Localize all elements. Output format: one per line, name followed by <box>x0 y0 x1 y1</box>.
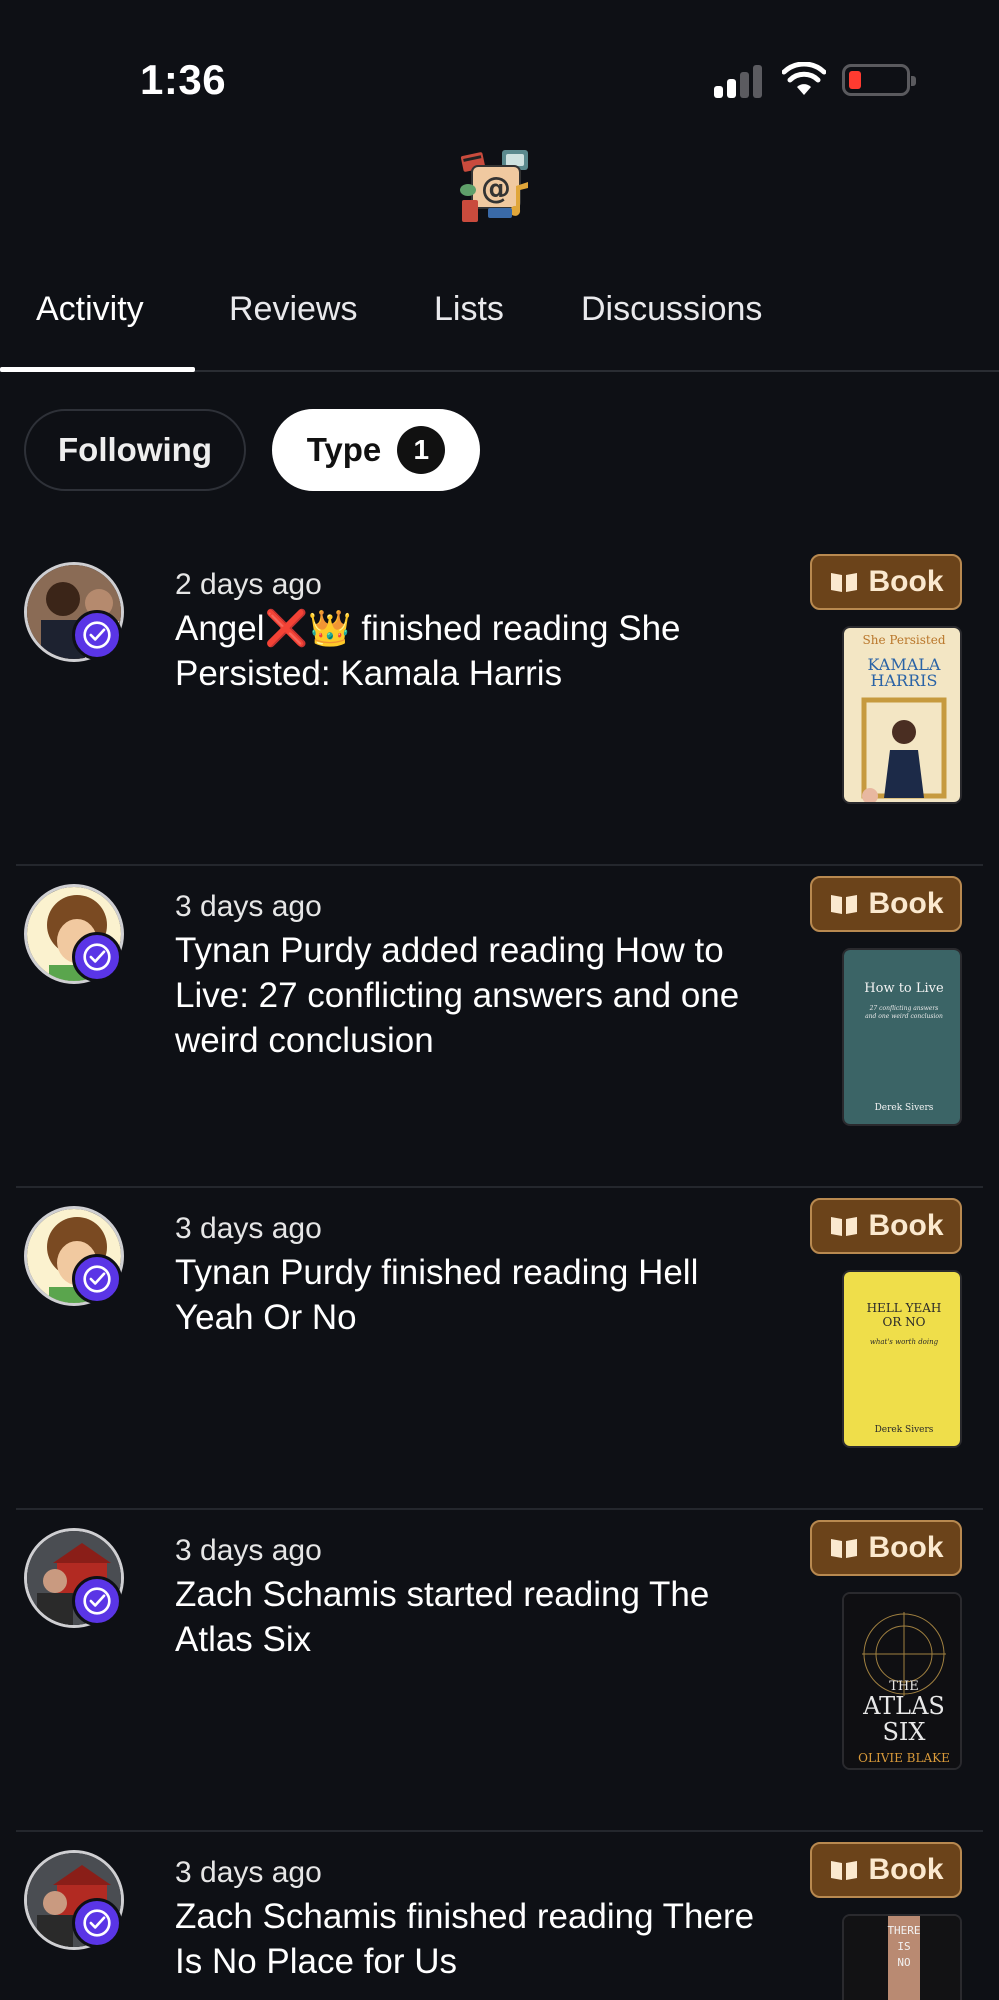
feed-item[interactable]: 3 days ago Tynan Purdy finished reading … <box>0 1188 999 1510</box>
book-cover-how-to-live[interactable]: How to Live 27 conflicting answers and o… <box>842 948 962 1126</box>
feed-item[interactable]: 3 days ago Zach Schamis finished reading… <box>0 1832 999 2000</box>
svg-text:HARRIS: HARRIS <box>871 671 938 690</box>
svg-text:IS: IS <box>897 1940 910 1953</box>
svg-text:She Persisted: She Persisted <box>863 633 946 647</box>
svg-text:Derek Sivers: Derek Sivers <box>875 1103 934 1113</box>
book-cover-she-persisted[interactable]: She Persisted KAMALA HARRIS <box>842 626 962 804</box>
tab-activity[interactable]: Activity <box>36 290 144 329</box>
status-bar: 1:36 <box>0 0 999 140</box>
verified-badge-icon <box>72 932 122 982</box>
book-type-label: Book <box>868 887 944 920</box>
svg-text:what's worth doing: what's worth doing <box>870 1338 939 1346</box>
book-type-label: Book <box>868 1209 944 1242</box>
open-book-icon <box>830 1217 857 1236</box>
verified-badge-icon <box>72 1898 122 1948</box>
verified-badge-icon <box>72 1576 122 1626</box>
book-cover-there-is-no-place[interactable]: THERE IS NO <box>842 1914 962 2000</box>
app-logo-icon: @ <box>460 150 528 222</box>
feed-item[interactable]: 3 days ago Tynan Purdy added reading How… <box>0 866 999 1188</box>
wifi-icon <box>782 62 826 95</box>
book-type-badge[interactable]: Book <box>810 1842 962 1898</box>
active-tab-indicator <box>0 367 195 372</box>
svg-text:HELL YEAH: HELL YEAH <box>867 1301 942 1315</box>
open-book-icon <box>830 573 857 592</box>
svg-text:Derek Sivers: Derek Sivers <box>875 1425 934 1435</box>
book-type-label: Book <box>868 565 944 598</box>
svg-text:THERE: THERE <box>887 1924 920 1937</box>
book-type-badge[interactable]: Book <box>810 876 962 932</box>
activity-text[interactable]: Tynan Purdy finished reading Hell Yeah O… <box>175 1250 775 1340</box>
feed-item[interactable]: 3 days ago Zach Schamis started reading … <box>0 1510 999 1832</box>
verified-badge-icon <box>72 1254 122 1304</box>
book-type-badge[interactable]: Book <box>810 554 962 610</box>
activity-text[interactable]: Zach Schamis started reading The Atlas S… <box>175 1572 775 1662</box>
battery-icon <box>842 64 916 96</box>
type-filter-label: Type <box>306 431 382 468</box>
activity-timestamp: 3 days ago <box>175 1856 322 1889</box>
following-filter-chip[interactable]: Following <box>24 409 246 491</box>
activity-text[interactable]: Angel❌👑 finished reading She Persisted: … <box>175 606 775 696</box>
tab-reviews[interactable]: Reviews <box>229 290 357 329</box>
book-cover-atlas-six[interactable]: THE ATLAS SIX OLIVIE BLAKE <box>842 1592 962 1770</box>
book-type-label: Book <box>868 1853 944 1886</box>
tab-lists[interactable]: Lists <box>434 290 504 329</box>
type-filter-count-badge: 1 <box>397 426 446 474</box>
tab-discussions[interactable]: Discussions <box>581 290 762 329</box>
svg-text:How to Live: How to Live <box>864 981 944 996</box>
book-cover-hell-yeah-or-no[interactable]: HELL YEAH OR NO what's worth doing Derek… <box>842 1270 962 1448</box>
activity-timestamp: 3 days ago <box>175 890 322 923</box>
svg-text:@: @ <box>481 171 511 206</box>
cellular-signal-icon <box>714 64 766 98</box>
type-filter-chip[interactable]: Type 1 <box>272 409 480 491</box>
feed-item[interactable]: 2 days ago Angel❌👑 finished reading She … <box>0 544 999 866</box>
verified-badge-icon <box>72 610 122 660</box>
open-book-icon <box>830 895 857 914</box>
activity-text[interactable]: Tynan Purdy added reading How to Live: 2… <box>175 928 775 1063</box>
open-book-icon <box>830 1861 857 1880</box>
activity-timestamp: 2 days ago <box>175 568 322 601</box>
book-type-badge[interactable]: Book <box>810 1520 962 1576</box>
svg-text:OR NO: OR NO <box>882 1315 925 1329</box>
activity-text[interactable]: Zach Schamis finished reading There Is N… <box>175 1894 775 1984</box>
book-type-label: Book <box>868 1531 944 1564</box>
app-screen: 1:36 @ Activity Reviews Lists Discussion… <box>0 0 999 2000</box>
svg-text:and one weird conclusion: and one weird conclusion <box>865 1013 943 1020</box>
tab-bar: Activity Reviews Lists Discussions <box>0 280 999 372</box>
book-type-badge[interactable]: Book <box>810 1198 962 1254</box>
status-time: 1:36 <box>140 56 227 103</box>
svg-text:ATLAS: ATLAS <box>862 1692 945 1720</box>
svg-text:OLIVIE BLAKE: OLIVIE BLAKE <box>858 1751 950 1765</box>
activity-timestamp: 3 days ago <box>175 1212 322 1245</box>
open-book-icon <box>830 1539 857 1558</box>
activity-timestamp: 3 days ago <box>175 1534 322 1567</box>
following-filter-label: Following <box>58 431 212 468</box>
svg-text:NO: NO <box>897 1956 910 1969</box>
svg-text:SIX: SIX <box>882 1718 925 1746</box>
svg-text:27 conflicting answers: 27 conflicting answers <box>869 1005 939 1012</box>
